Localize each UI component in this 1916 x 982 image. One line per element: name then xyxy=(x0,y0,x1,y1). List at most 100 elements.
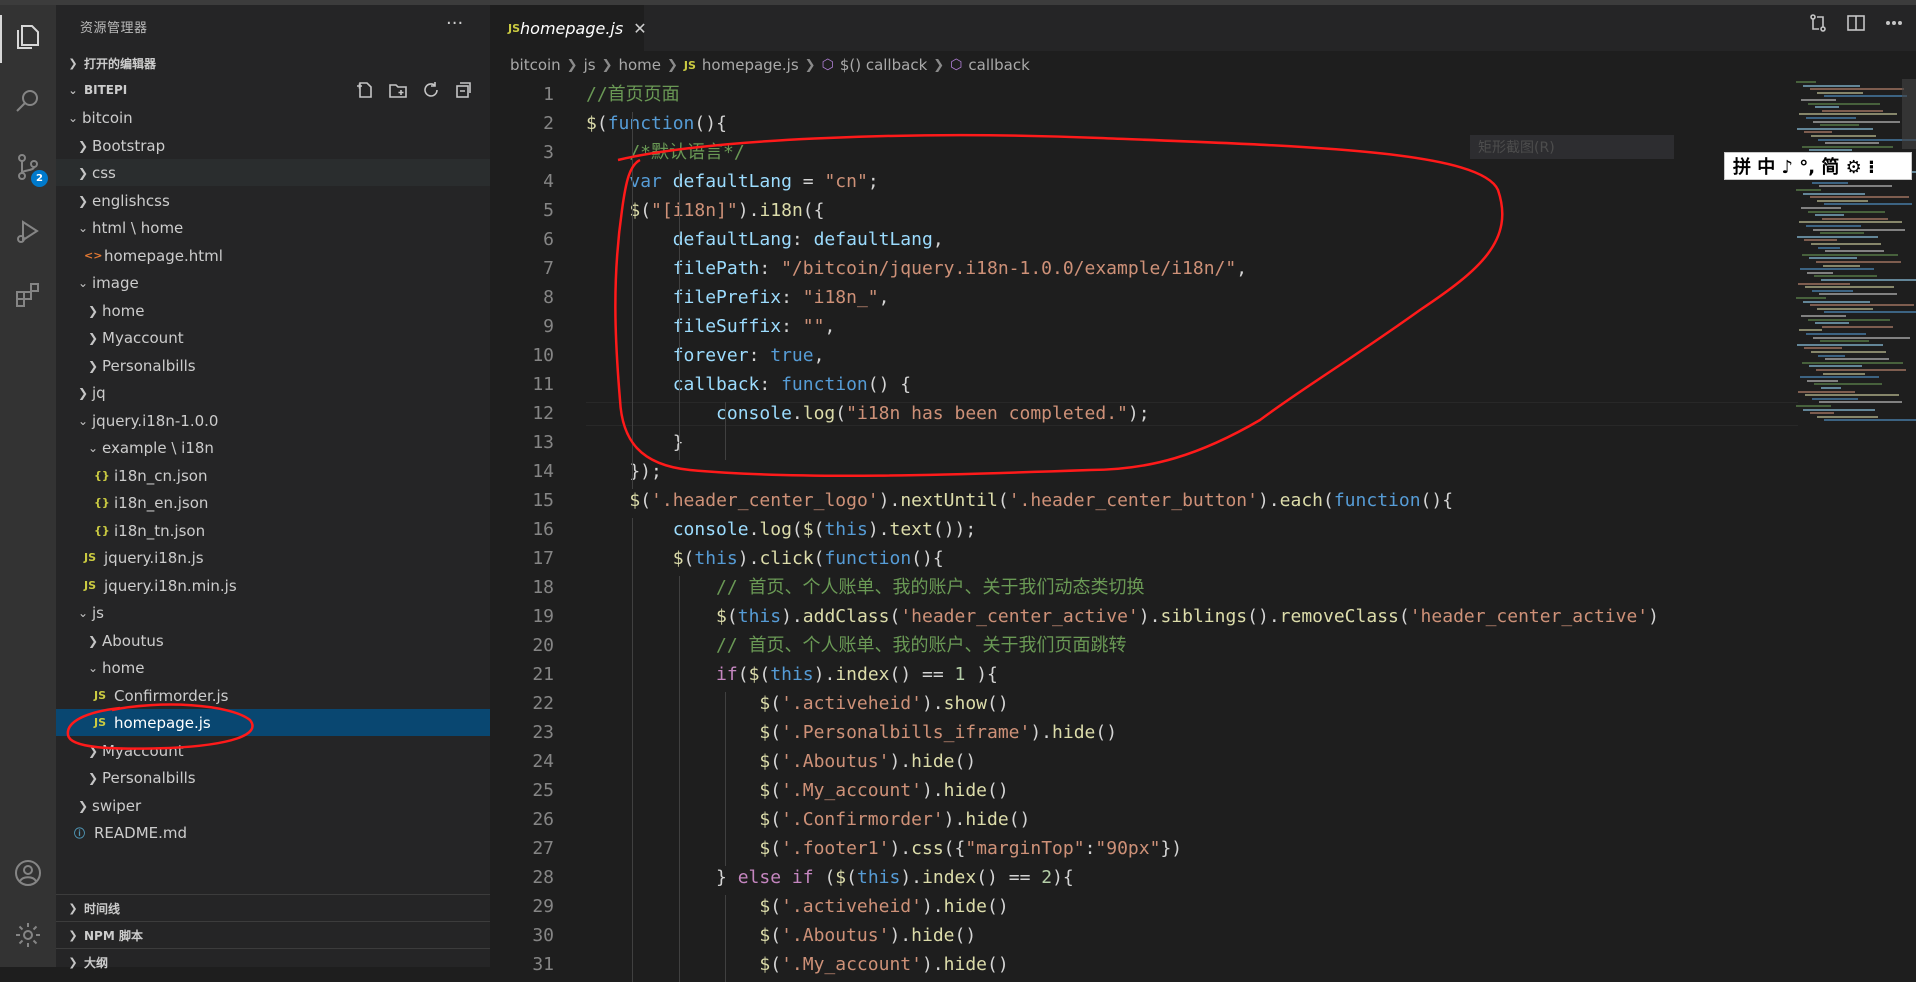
code-line[interactable]: 24 $('.Aboutus').hide() xyxy=(490,750,1790,774)
tree-file[interactable]: JS homepage.js xyxy=(56,709,490,736)
tree-folder[interactable]: ⌄ js xyxy=(56,599,490,626)
new-file-icon[interactable] xyxy=(356,81,374,99)
tree-folder[interactable]: ❯ Personalbills xyxy=(56,352,490,379)
code-line[interactable]: 22 $('.activeheid').show() xyxy=(490,692,1790,716)
code-line[interactable]: 5 $("[i18n]").i18n({ xyxy=(490,199,1790,223)
code-line[interactable]: 23 $('.Personalbills_iframe').hide() xyxy=(490,721,1790,745)
extensions-icon[interactable] xyxy=(10,277,46,313)
split-editor-icon[interactable] xyxy=(1846,13,1866,33)
tree-folder[interactable]: ❯ englishcss xyxy=(56,187,490,214)
tree-folder[interactable]: ⌄ example \ i18n xyxy=(56,434,490,461)
code-line[interactable]: 12 console.log("i18n has been completed.… xyxy=(490,402,1790,426)
ime-toolbar[interactable]: 拼 中 ♪ °, 简 ⚙ ⁝ xyxy=(1724,152,1912,180)
account-icon[interactable] xyxy=(10,855,46,891)
breadcrumb-item[interactable]: $() callback xyxy=(840,56,927,74)
code-token: ( xyxy=(596,113,608,134)
tree-folder[interactable]: ❯ swiper xyxy=(56,792,490,819)
code-line[interactable]: 2 $(function(){ xyxy=(490,112,1790,136)
breadcrumb-item[interactable]: js xyxy=(584,56,596,74)
tree-file[interactable]: JS jquery.i18n.min.js xyxy=(56,572,490,599)
minimap-line xyxy=(1818,354,1845,357)
minimap-line xyxy=(1797,343,1883,346)
tree-file[interactable]: {} i18n_en.json xyxy=(56,489,490,516)
code-line[interactable]: 17 $(this).click(function(){ xyxy=(490,547,1790,571)
tree-folder[interactable]: ❯ home xyxy=(56,297,490,324)
vertical-scrollbar[interactable] xyxy=(1902,79,1916,149)
tree-folder[interactable]: ⌄ home xyxy=(56,654,490,681)
code-line[interactable]: 13 } xyxy=(490,431,1790,455)
breadcrumb-item[interactable]: home xyxy=(618,56,661,74)
code-line[interactable]: 28 } else if ($(this).index() == 2){ xyxy=(490,866,1790,890)
minimap-line xyxy=(1812,397,1858,400)
screenshot-tooltip: 矩形截图(R) xyxy=(1470,135,1674,159)
close-icon[interactable]: ✕ xyxy=(633,19,646,38)
tree-folder[interactable]: ❯ Bootstrap xyxy=(56,132,490,159)
outline-section[interactable]: ❯ 大纲 xyxy=(56,948,490,975)
code-line[interactable]: 11 callback: function() { xyxy=(490,373,1790,397)
tree-folder[interactable]: ❯ jq xyxy=(56,379,490,406)
timeline-section[interactable]: ❯ 时间线 xyxy=(56,894,490,921)
tree-folder[interactable]: ⌄ html \ home xyxy=(56,214,490,241)
tree-folder[interactable]: ❯ css xyxy=(56,159,490,186)
outline-label: 大纲 xyxy=(84,955,109,970)
open-editors-section[interactable]: ❯ 打开的编辑器 xyxy=(56,50,490,76)
tree-item-label: Bootstrap xyxy=(92,136,166,155)
explorer-icon[interactable] xyxy=(10,19,46,55)
code-token: $ xyxy=(586,113,597,134)
breadcrumb-item[interactable]: callback xyxy=(968,56,1029,74)
code-line[interactable]: 26 $('.Confirmorder').hide() xyxy=(490,808,1790,832)
collapse-all-icon[interactable] xyxy=(454,81,472,99)
tree-file[interactable]: JS Confirmorder.js xyxy=(56,682,490,709)
code-line[interactable]: 20 // 首页、个人账单、我的账户、关于我们页面跳转 xyxy=(490,634,1790,658)
breadcrumb-item[interactable]: homepage.js xyxy=(702,56,799,74)
code-line[interactable]: 6 defaultLang: defaultLang, xyxy=(490,228,1790,252)
new-folder-icon[interactable] xyxy=(388,81,408,99)
tree-file[interactable]: {} i18n_tn.json xyxy=(56,517,490,544)
more-icon[interactable] xyxy=(1884,13,1904,33)
code-line[interactable]: 10 forever: true, xyxy=(490,344,1790,368)
code-line[interactable]: 9 fileSuffix: "", xyxy=(490,315,1790,339)
code-line[interactable]: 4 var defaultLang = "cn"; xyxy=(490,170,1790,194)
compare-changes-icon[interactable] xyxy=(1808,13,1828,33)
code-line[interactable]: 30 $('.Aboutus').hide() xyxy=(490,924,1790,948)
code-line[interactable]: 7 filePath: "/bitcoin/jquery.i18n-1.0.0/… xyxy=(490,257,1790,281)
code-line[interactable]: 14 }); xyxy=(490,460,1790,484)
code-line[interactable]: 25 $('.My_account').hide() xyxy=(490,779,1790,803)
search-icon[interactable] xyxy=(10,83,46,119)
code-line[interactable]: 8 filePrefix: "i18n_", xyxy=(490,286,1790,310)
breadcrumb-item[interactable]: bitcoin xyxy=(510,56,561,74)
minimap[interactable] xyxy=(1790,79,1916,967)
tree-file[interactable]: {} i18n_cn.json xyxy=(56,462,490,489)
refresh-icon[interactable] xyxy=(422,81,440,99)
tree-file[interactable]: JS jquery.i18n.js xyxy=(56,544,490,571)
code-token: ( xyxy=(737,664,749,685)
workspace-section[interactable]: ⌄ BITEPI xyxy=(56,77,490,103)
run-debug-icon[interactable] xyxy=(10,213,46,249)
code-line[interactable]: 31 $('.My_account').hide() xyxy=(490,953,1790,977)
tree-folder[interactable]: ❯ Myaccount xyxy=(56,737,490,764)
tree-file[interactable]: ⓘ README.md xyxy=(56,819,490,846)
code-line[interactable]: 27 $('.footer1').css({"marginTop":"90px"… xyxy=(490,837,1790,861)
npm-scripts-section[interactable]: ❯ NPM 脚本 xyxy=(56,921,490,948)
tree-folder[interactable]: ❯ Myaccount xyxy=(56,324,490,351)
tree-folder[interactable]: ⌄ bitcoin xyxy=(56,104,490,131)
code-line[interactable]: 1 //首页页面 xyxy=(490,83,1790,107)
line-number: 21 xyxy=(532,664,554,685)
code-line[interactable]: 21 if($(this).index() == 1 ){ xyxy=(490,663,1790,687)
code-line[interactable]: 18 // 首页、个人账单、我的账户、关于我们动态类切换 xyxy=(490,576,1790,600)
code-line[interactable]: 19 $(this).addClass('header_center_activ… xyxy=(490,605,1790,629)
tree-folder[interactable]: ⌄ image xyxy=(56,269,490,296)
tab-homepage-js[interactable]: JS homepage.js ✕ xyxy=(490,5,647,51)
code-line[interactable]: 15 $('.header_center_logo').nextUntil('.… xyxy=(490,489,1790,513)
tree-folder[interactable]: ❯ Personalbills xyxy=(56,764,490,791)
settings-gear-icon[interactable] xyxy=(10,917,46,953)
tree-file[interactable]: <> homepage.html xyxy=(56,242,490,269)
code-line[interactable]: 29 $('.activeheid').hide() xyxy=(490,895,1790,919)
tree-folder[interactable]: ⌄ jquery.i18n-1.0.0 xyxy=(56,407,490,434)
tree-folder[interactable]: ❯ Aboutus xyxy=(56,627,490,654)
code-line[interactable]: 16 console.log($(this).text()); xyxy=(490,518,1790,542)
more-actions-icon[interactable]: ··· xyxy=(446,13,463,34)
source-control-icon[interactable]: 2 xyxy=(10,149,48,187)
code-token: $ xyxy=(716,606,727,627)
minimap-line xyxy=(1811,351,1886,353)
